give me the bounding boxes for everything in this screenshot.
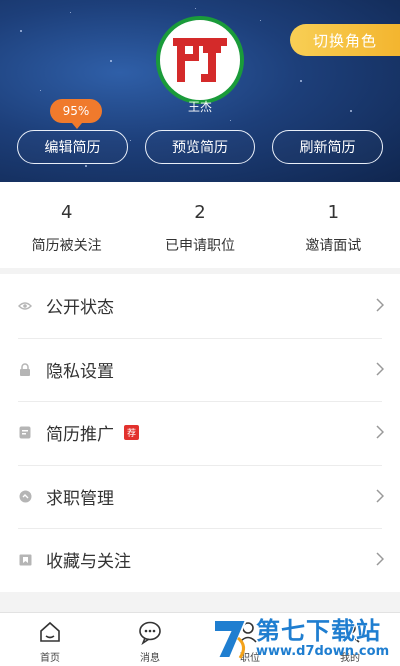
- menu-item-resume-promotion[interactable]: 简历推广 荐: [0, 401, 400, 465]
- menu-item-privacy-settings[interactable]: 隐私设置: [0, 337, 400, 402]
- watermark-title: 第七下载站: [256, 617, 381, 645]
- tab-label: 首页: [40, 653, 60, 664]
- recommended-tag: 荐: [124, 425, 139, 441]
- tab-label: 消息: [140, 653, 160, 664]
- site-watermark: 第七下载站 www.d7down.com: [208, 612, 400, 666]
- lock-icon: [18, 362, 32, 376]
- menu-item-label: 公开状态: [46, 298, 114, 319]
- stats-bar: 4 简历被关注 2 已申请职位 1 邀请面试: [0, 182, 400, 268]
- chevron-right-icon: [376, 297, 385, 316]
- stat-interview-invites[interactable]: 1 邀请面试: [267, 182, 400, 268]
- stat-value: 4: [60, 202, 73, 223]
- tab-messages[interactable]: 消息: [100, 613, 200, 666]
- switch-role-button[interactable]: 切换角色: [290, 24, 400, 56]
- menu-item-label: 收藏与关注: [46, 552, 131, 573]
- menu-item-job-management[interactable]: 求职管理: [0, 464, 400, 529]
- menu-item-label: 求职管理: [46, 488, 114, 509]
- resume-completion-badge: 95%: [50, 99, 102, 129]
- chevron-right-icon: [376, 551, 385, 570]
- stat-label: 简历被关注: [31, 238, 102, 254]
- home-icon: [40, 621, 60, 642]
- stat-applied-positions[interactable]: 2 已申请职位: [133, 182, 266, 268]
- avatar[interactable]: [156, 16, 244, 104]
- job-manage-icon: [18, 489, 32, 503]
- chevron-right-icon: [376, 424, 385, 443]
- menu-item-label: 简历推广: [46, 425, 114, 446]
- company-logo-icon: [173, 38, 227, 82]
- watermark-logo-icon: [213, 619, 248, 659]
- menu-item-label: 隐私设置: [46, 361, 114, 382]
- chevron-right-icon: [376, 361, 385, 380]
- stat-value: 2: [194, 202, 206, 223]
- chevron-right-icon: [376, 488, 385, 507]
- refresh-resume-button[interactable]: 刷新简历: [272, 130, 383, 164]
- watermark-url: www.d7down.com: [256, 644, 390, 659]
- tab-home[interactable]: 首页: [0, 613, 100, 666]
- profile-header: 切换角色 王杰 95% 编辑简历 预览简历 刷新简历: [0, 0, 400, 182]
- stat-label: 已申请职位: [164, 238, 235, 254]
- settings-menu: 公开状态 隐私设置 简历推广 荐 求职管理 收藏与关注: [0, 274, 400, 592]
- stat-resume-followed[interactable]: 4 简历被关注: [0, 182, 133, 268]
- favorite-icon: [18, 553, 32, 567]
- message-icon: [139, 621, 161, 645]
- eye-icon: [18, 299, 32, 313]
- stat-value: 1: [327, 202, 340, 223]
- preview-resume-button[interactable]: 预览简历: [145, 130, 255, 164]
- edit-resume-button[interactable]: 编辑简历: [17, 130, 128, 164]
- menu-item-public-status[interactable]: 公开状态: [0, 274, 400, 338]
- menu-item-favorites-follow[interactable]: 收藏与关注: [0, 528, 400, 592]
- resume-promote-icon: [18, 426, 32, 440]
- stat-label: 邀请面试: [305, 238, 362, 254]
